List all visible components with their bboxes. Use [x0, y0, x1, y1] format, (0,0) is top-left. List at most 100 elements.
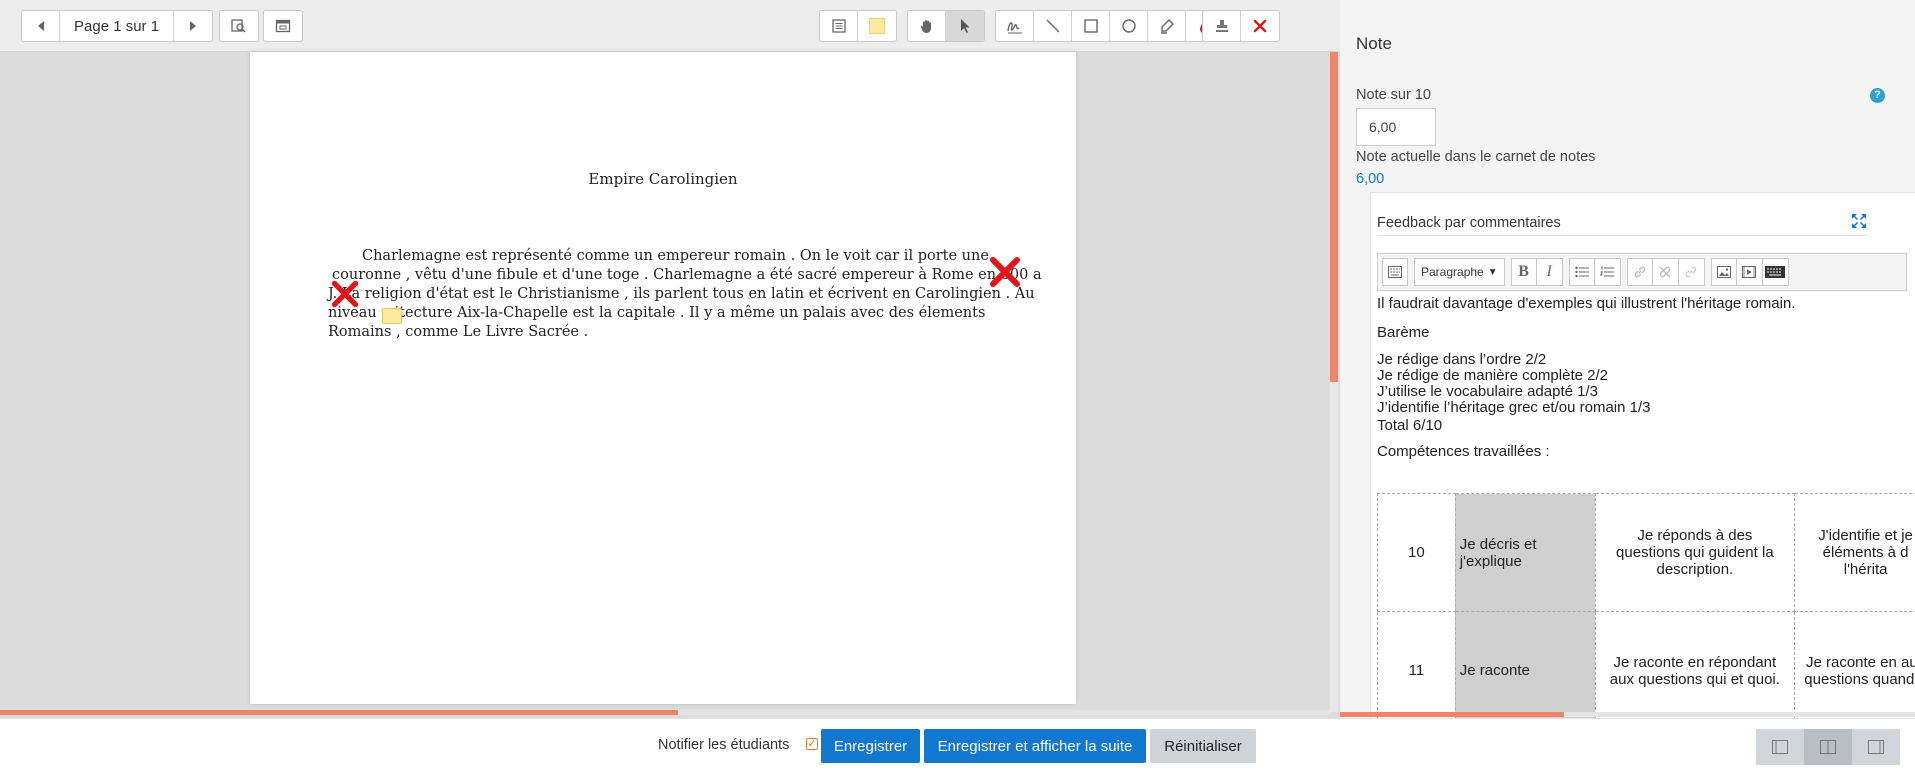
oval-tool-icon [1121, 19, 1136, 33]
next-page-button[interactable] [174, 11, 212, 41]
editor-toolbar: Paragraphe ▼ B I [1377, 253, 1907, 291]
reset-button[interactable]: Réinitialiser [1150, 729, 1256, 763]
format-select[interactable]: Paragraphe ▼ [1414, 258, 1505, 286]
next-page-icon [190, 21, 197, 31]
comment-color-icon [869, 18, 885, 34]
cross-stamp[interactable] [988, 255, 1022, 289]
expand-comments-button[interactable] [264, 11, 302, 41]
stamp-tool-button[interactable] [1203, 11, 1241, 41]
vertical-scrollbar[interactable] [1330, 52, 1338, 712]
comment-tool-button[interactable] [820, 11, 858, 41]
table-cell: Je réponds à des questions qui guident l… [1594, 493, 1796, 612]
action-bar: Notifier les étudiants ✓ Enregistrer Enr… [0, 718, 1915, 774]
layout-right-icon [1868, 740, 1884, 754]
current-grade-label: Note actuelle dans le carnet de notes [1356, 149, 1596, 165]
rectangle-tool-icon [1083, 19, 1098, 33]
layout-collapse-grade-button[interactable] [1852, 729, 1900, 765]
expand-comments-group [263, 10, 303, 42]
current-grade-link[interactable]: 6,00 [1356, 171, 1384, 187]
table-cell: 10 [1377, 493, 1456, 612]
line-tool-button[interactable] [1034, 11, 1072, 41]
chevron-down-icon: ▼ [1487, 266, 1498, 278]
bullet-list-button[interactable] [1568, 258, 1595, 286]
highlight-tool-button[interactable] [1148, 11, 1186, 41]
comment-color-button[interactable] [858, 11, 896, 41]
feedback-editor[interactable]: Il faudrait davantage d'exemples qui ill… [1377, 291, 1915, 718]
search-comments-button[interactable] [220, 11, 258, 41]
save-and-show-next-button[interactable]: Enregistrer et afficher la suite [924, 729, 1146, 763]
scrollbar-thumb[interactable] [0, 710, 679, 715]
document-line: Romains , comme Le Livre Sacrée . [328, 324, 589, 340]
unlink-icon [1659, 266, 1671, 278]
cross-stamp[interactable] [330, 279, 360, 309]
stamp-image-icon [1253, 19, 1267, 33]
insert-media-button[interactable] [1736, 258, 1763, 286]
prev-page-icon [37, 21, 44, 31]
toolbar-toggle-button[interactable] [1382, 258, 1408, 286]
notify-students-checkbox[interactable]: ✓ [806, 738, 818, 750]
rectangle-tool-button[interactable] [1072, 11, 1110, 41]
feedback-text: Il faudrait davantage d'exemples qui ill… [1377, 295, 1796, 312]
oval-tool-button[interactable] [1110, 11, 1148, 41]
document-line: J. La religion d'état est le Christianis… [328, 286, 1035, 302]
horizontal-scrollbar[interactable] [0, 710, 1330, 715]
pdf-viewer: Page 1 sur 1 Empire Carolingien Charlema… [0, 0, 1340, 718]
pointer-tools [907, 10, 985, 42]
feedback-text: Compétences travaillées : [1377, 443, 1550, 460]
grade-input[interactable]: 6,00 [1356, 108, 1436, 146]
fullscreen-icon[interactable] [1851, 213, 1867, 229]
bold-button[interactable]: B [1510, 258, 1537, 286]
scrollbar-thumb[interactable] [1340, 712, 1565, 717]
comment-tool-icon [831, 19, 846, 33]
stamp-tool-icon [1215, 20, 1228, 32]
comment-marker[interactable] [382, 308, 402, 324]
feedback-text: J’utilise le vocabulaire adapté 1/3 [1377, 383, 1598, 400]
pdf-page[interactable]: Empire Carolingien Charlemagne est repré… [250, 52, 1076, 704]
expand-comments-icon [275, 19, 291, 33]
layout-middle-icon [1820, 740, 1836, 754]
feedback-text: J’identifie l’héritage grec et/ou romain… [1377, 399, 1651, 416]
prev-page-button[interactable] [22, 11, 60, 41]
feedback-text: Barème [1377, 324, 1430, 341]
toolbar-toggle-icon [1388, 266, 1402, 278]
numbered-list-button[interactable] [1594, 258, 1621, 286]
table-cell: Je raconte en répondant aux questions qu… [1594, 611, 1796, 718]
drawing-tools [995, 10, 1225, 42]
scrollbar-thumb[interactable] [1330, 52, 1338, 382]
italic-button[interactable]: I [1536, 258, 1563, 286]
link-button[interactable] [1626, 258, 1653, 286]
table-row: 11 Je raconte Je raconte en répondant au… [1377, 611, 1915, 718]
pen-tool-button[interactable] [996, 11, 1034, 41]
unlink-button[interactable] [1652, 258, 1679, 286]
layout-default-button[interactable] [1804, 729, 1852, 765]
document-title: Empire Carolingien [588, 170, 738, 188]
save-button[interactable]: Enregistrer [821, 729, 920, 763]
image-icon [1716, 266, 1731, 278]
table-cell: 11 [1377, 611, 1456, 718]
table-cell: Je raconte en aux questions quand e [1794, 611, 1915, 718]
layout-switcher [1756, 729, 1900, 765]
table-cell: J'identifie et je éléments à d l'hérita [1794, 493, 1915, 612]
layout-collapse-review-button[interactable] [1756, 729, 1804, 765]
pan-tool-icon [920, 20, 931, 33]
comment-tools [819, 10, 897, 42]
help-icon[interactable]: ? [1870, 88, 1885, 103]
panel-horizontal-scrollbar[interactable] [1340, 712, 1915, 717]
pan-tool-button[interactable] [908, 11, 946, 41]
annotation-toolbar: Page 1 sur 1 [0, 0, 1340, 52]
numbered-list-icon [1600, 266, 1615, 277]
select-tool-button[interactable] [946, 11, 984, 41]
accessibility-keyboard-button[interactable] [1762, 258, 1789, 286]
anchor-button[interactable] [1678, 258, 1705, 286]
page-scroll-area[interactable]: Empire Carolingien Charlemagne est repré… [0, 52, 1340, 718]
stamp-image-button[interactable] [1241, 11, 1279, 41]
insert-image-button[interactable] [1710, 258, 1737, 286]
feedback-section: Feedback par commentaires Paragraphe ▼ B … [1370, 192, 1915, 718]
document-line: couronne , vêtu d'une fibule et d'une to… [332, 267, 1042, 283]
search-comments-group [219, 10, 259, 42]
table-cell: Je décris et j'explique [1454, 493, 1596, 612]
page-navigation: Page 1 sur 1 [21, 10, 214, 42]
format-select-value: Paragraphe [1421, 265, 1484, 279]
panel-heading: Note [1356, 34, 1392, 53]
bullet-list-icon [1574, 266, 1589, 278]
